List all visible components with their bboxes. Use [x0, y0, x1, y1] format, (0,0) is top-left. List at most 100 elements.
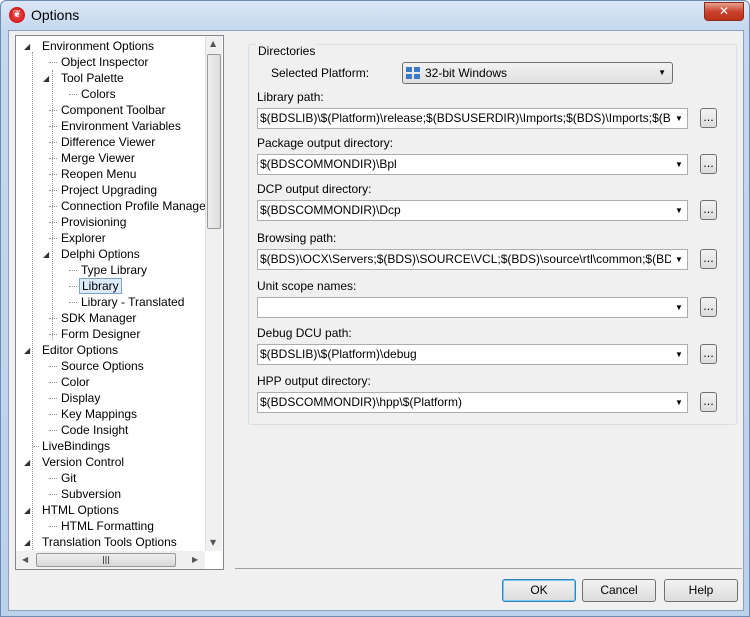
- scroll-up-icon[interactable]: ▲: [210, 39, 216, 48]
- field-label: DCP output directory:: [257, 182, 372, 196]
- tree-connector: [49, 110, 57, 111]
- scroll-left-icon[interactable]: ◀: [22, 555, 28, 564]
- tree-item[interactable]: Connection Profile Manager: [59, 198, 212, 214]
- tree-connector: [49, 334, 57, 335]
- tree-item[interactable]: Environment Variables: [59, 118, 183, 134]
- chevron-down-icon[interactable]: ▼: [671, 393, 687, 412]
- tree-item[interactable]: Object Inspector: [59, 54, 150, 70]
- browse-button[interactable]: ...: [700, 154, 717, 174]
- expand-arrow-icon[interactable]: ◢: [24, 506, 30, 515]
- tree-item[interactable]: Delphi Options: [59, 246, 142, 262]
- tree-item[interactable]: Reopen Menu: [59, 166, 138, 182]
- path-value: $(BDSCOMMONDIR)\hpp\$(Platform): [260, 395, 463, 409]
- tree-item-label: LiveBindings: [42, 439, 111, 453]
- tree-connector: [49, 142, 57, 143]
- path-combobox[interactable]: $(BDS)\OCX\Servers;$(BDS)\SOURCE\VCL;$(B…: [257, 249, 688, 270]
- tree-item[interactable]: Library: [79, 278, 122, 294]
- tree-item[interactable]: Provisioning: [59, 214, 128, 230]
- expand-arrow-icon[interactable]: ◢: [24, 538, 30, 547]
- expand-arrow-icon[interactable]: ◢: [24, 346, 30, 355]
- tree-item[interactable]: Type Library: [79, 262, 149, 278]
- browse-button[interactable]: ...: [700, 297, 717, 317]
- browse-button[interactable]: ...: [700, 108, 717, 128]
- expand-arrow-icon[interactable]: ◢: [43, 250, 49, 259]
- tree-item[interactable]: Merge Viewer: [59, 150, 137, 166]
- tree-item[interactable]: Form Designer: [59, 326, 142, 342]
- browse-button[interactable]: ...: [700, 200, 717, 220]
- tree-item[interactable]: HTML Options: [40, 502, 121, 518]
- scrollbar-thumb[interactable]: [207, 54, 221, 229]
- tree-item[interactable]: Version Control: [40, 454, 126, 470]
- path-combobox[interactable]: $(BDSCOMMONDIR)\hpp\$(Platform) ▼: [257, 392, 688, 413]
- path-combobox[interactable]: $(BDSCOMMONDIR)\Bpl ▼: [257, 154, 688, 175]
- tree-connector: [49, 414, 57, 415]
- tree-item-label: SDK Manager: [61, 311, 137, 325]
- browse-button[interactable]: ...: [700, 249, 717, 269]
- scroll-right-icon[interactable]: ▶: [192, 555, 198, 564]
- tree-item-label: Connection Profile Manager: [61, 199, 210, 213]
- tree-connector: [49, 478, 57, 479]
- tree-item[interactable]: Color: [59, 374, 92, 390]
- tree-connector: [49, 430, 57, 431]
- options-tree[interactable]: ◢ Environment Options Object Inspector ◢ Too…: [15, 35, 224, 570]
- chevron-down-icon[interactable]: ▼: [671, 345, 687, 364]
- scrollbar-thumb[interactable]: |||: [36, 553, 176, 567]
- tree-connector: [69, 302, 77, 303]
- tree-item[interactable]: Code Insight: [59, 422, 130, 438]
- tree-item-label: Provisioning: [61, 215, 127, 229]
- tree-item[interactable]: Source Options: [59, 358, 146, 374]
- tree-item[interactable]: HTML Formatting: [59, 518, 156, 534]
- field-label: Unit scope names:: [257, 279, 357, 293]
- tree-item[interactable]: Difference Viewer: [59, 134, 157, 150]
- tree-item[interactable]: Explorer: [59, 230, 108, 246]
- chevron-down-icon[interactable]: ▼: [671, 250, 687, 269]
- path-value: $(BDSCOMMONDIR)\Bpl: [260, 157, 397, 171]
- tree-item-label: Translation Tools Options: [42, 535, 177, 549]
- tree-item[interactable]: Key Mappings: [59, 406, 139, 422]
- tree-item[interactable]: Colors: [79, 86, 118, 102]
- path-combobox[interactable]: $(BDSLIB)\$(Platform)\release;$(BDSUSERD…: [257, 108, 688, 129]
- tree-item[interactable]: Project Upgrading: [59, 182, 159, 198]
- path-combobox[interactable]: $(BDSLIB)\$(Platform)\debug ▼: [257, 344, 688, 365]
- path-value: $(BDSLIB)\$(Platform)\release;$(BDSUSERD…: [260, 111, 688, 125]
- tree-item-label: Project Upgrading: [61, 183, 158, 197]
- tree-item-label: Difference Viewer: [61, 135, 156, 149]
- tree-item[interactable]: Subversion: [59, 486, 123, 502]
- browse-button[interactable]: ...: [700, 392, 717, 412]
- tree-item-label: Version Control: [42, 455, 125, 469]
- horizontal-scrollbar[interactable]: ◀ ||| ▶: [16, 551, 205, 569]
- expand-arrow-icon[interactable]: ◢: [43, 74, 49, 83]
- tree-item[interactable]: Editor Options: [40, 342, 120, 358]
- chevron-down-icon[interactable]: ▼: [671, 201, 687, 220]
- tree-item-label: HTML Formatting: [61, 519, 154, 533]
- cancel-button[interactable]: Cancel: [582, 579, 656, 602]
- tree-item[interactable]: Component Toolbar: [59, 102, 168, 118]
- path-combobox[interactable]: $(BDSCOMMONDIR)\Dcp ▼: [257, 200, 688, 221]
- help-button[interactable]: Help: [664, 579, 738, 602]
- tree-connector: [49, 366, 57, 367]
- tree-item[interactable]: Git: [59, 470, 78, 486]
- tree-item[interactable]: Library - Translated: [79, 294, 186, 310]
- tree-item-label: Object Inspector: [61, 55, 149, 69]
- tree-guide: [32, 52, 33, 552]
- expand-arrow-icon[interactable]: ◢: [24, 458, 30, 467]
- chevron-down-icon[interactable]: ▼: [671, 155, 687, 174]
- path-combobox[interactable]: ▼: [257, 297, 688, 318]
- tree-item-label: Component Toolbar: [61, 103, 166, 117]
- tree-item[interactable]: Display: [59, 390, 102, 406]
- close-button[interactable]: ✕: [704, 2, 744, 21]
- tree-item[interactable]: Environment Options: [40, 38, 156, 54]
- tree-item[interactable]: SDK Manager: [59, 310, 138, 326]
- tree-connector: [49, 126, 57, 127]
- chevron-down-icon[interactable]: ▼: [671, 109, 687, 128]
- platform-select[interactable]: 32-bit Windows ▼: [402, 62, 673, 84]
- browse-button[interactable]: ...: [700, 344, 717, 364]
- scroll-down-icon[interactable]: ▼: [210, 538, 216, 547]
- vertical-scrollbar[interactable]: ▲ ▼: [205, 36, 222, 551]
- chevron-down-icon[interactable]: ▼: [671, 298, 687, 317]
- tree-item[interactable]: Translation Tools Options: [40, 534, 179, 550]
- tree-item[interactable]: Tool Palette: [59, 70, 126, 86]
- ok-button[interactable]: OK: [502, 579, 576, 602]
- expand-arrow-icon[interactable]: ◢: [24, 42, 30, 51]
- tree-item[interactable]: LiveBindings: [40, 438, 112, 454]
